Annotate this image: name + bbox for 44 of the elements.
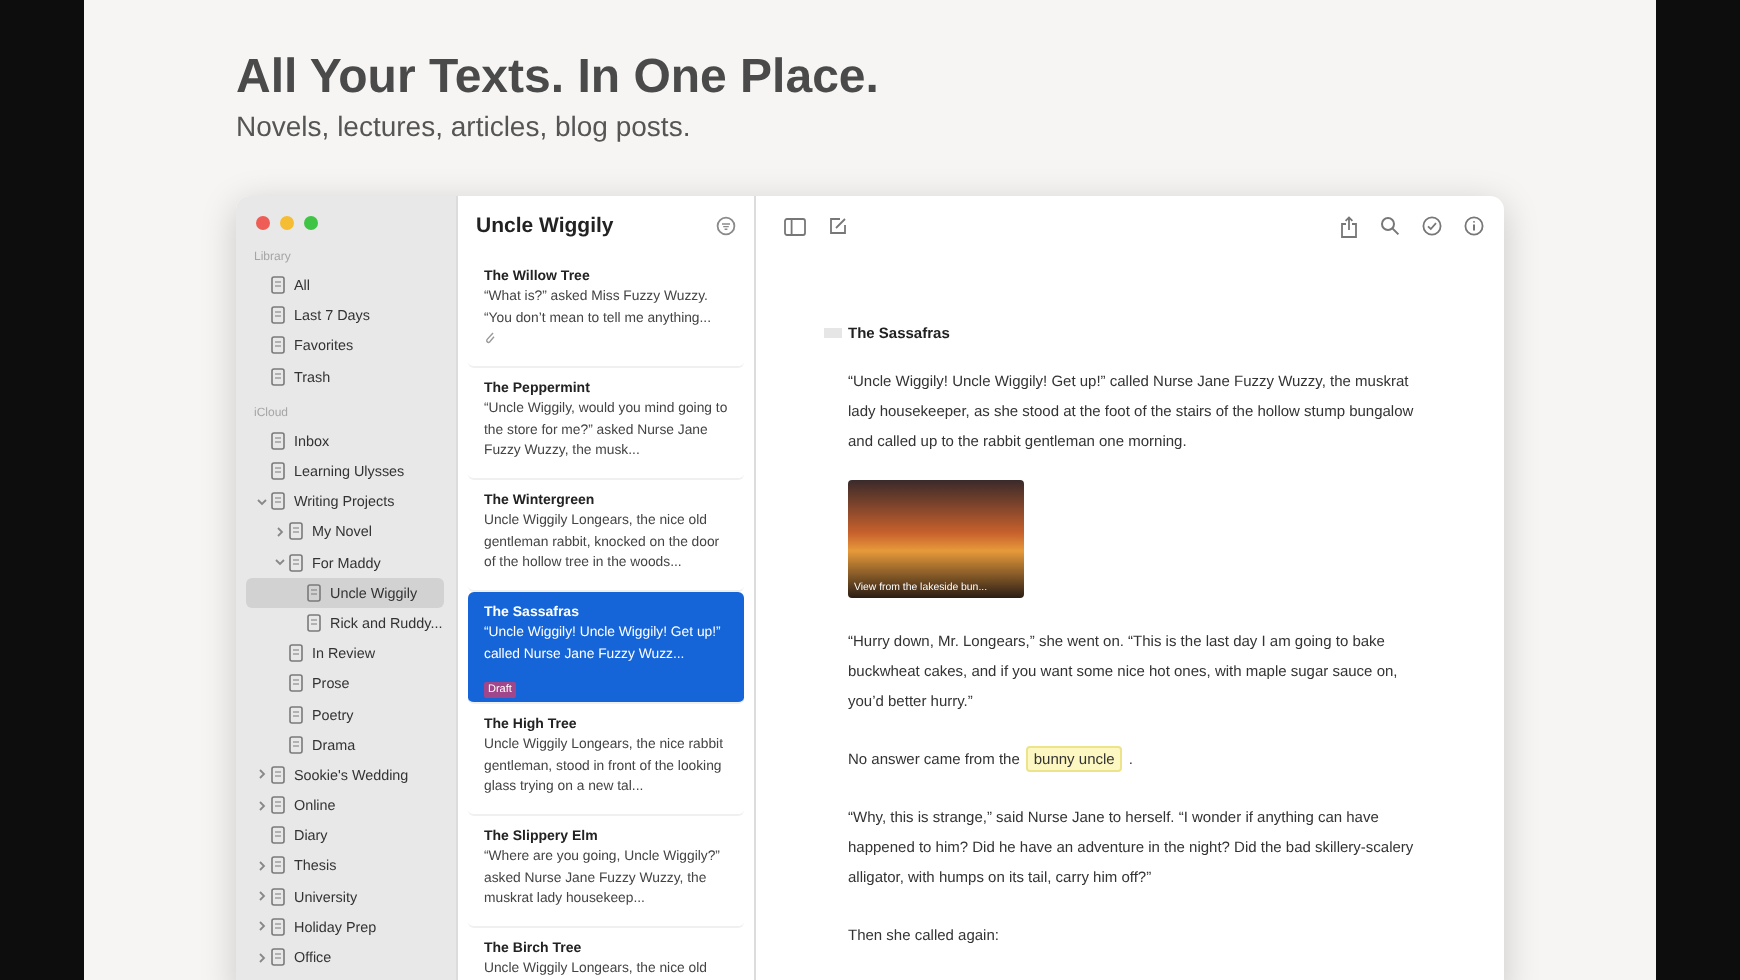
filter-icon[interactable] [716, 216, 736, 236]
sheet-icon [270, 462, 286, 481]
group-title: Uncle Wiggily [476, 214, 614, 238]
chevron-right-icon[interactable] [255, 951, 267, 964]
heading-marker [824, 328, 842, 338]
sheet-icon [270, 492, 286, 511]
sheet-icon [270, 917, 286, 936]
sheet-icon [270, 276, 286, 295]
chevron-right-icon[interactable] [255, 768, 267, 781]
sheet-icon [288, 735, 304, 754]
info-icon[interactable] [1464, 216, 1484, 236]
chevron-right-icon[interactable] [255, 859, 267, 872]
sheet-icon [270, 887, 286, 906]
sheet-icon [288, 522, 304, 541]
sheet-icon [306, 613, 322, 632]
sheet-icon [306, 583, 322, 602]
sheet-icon [288, 705, 304, 724]
sheet-icon [288, 553, 304, 572]
sheet-icon [270, 367, 286, 386]
chevron-down-icon[interactable] [255, 495, 267, 508]
share-icon[interactable] [1340, 215, 1358, 237]
zoom-window-button[interactable] [304, 216, 318, 230]
sheet-icon [270, 765, 286, 784]
sheet-icon [270, 948, 286, 967]
search-icon[interactable] [1380, 216, 1400, 236]
sheet-icon [288, 644, 304, 663]
close-window-button[interactable] [256, 216, 270, 230]
subheadline: Novels, lectures, articles, blog posts. [236, 108, 693, 144]
sheet-icon [270, 856, 286, 875]
sidebar-toggle-icon[interactable] [784, 217, 806, 235]
chevron-right-icon[interactable] [273, 525, 285, 538]
chevron-right-icon[interactable] [255, 920, 267, 933]
sheet-icon [288, 674, 304, 693]
chevron-right-icon[interactable] [255, 890, 267, 903]
sheet-icon [270, 826, 286, 845]
headline: All Your Texts. In One Place. [236, 50, 881, 106]
compose-icon[interactable] [828, 216, 848, 236]
sheet-icon [270, 306, 286, 325]
sheet-icon [270, 796, 286, 815]
chevron-down-icon[interactable] [273, 556, 285, 569]
chevron-right-icon[interactable] [255, 799, 267, 812]
checkmark-circle-icon[interactable] [1422, 216, 1442, 236]
sheet-icon [270, 431, 286, 450]
sheet-icon [270, 336, 286, 355]
